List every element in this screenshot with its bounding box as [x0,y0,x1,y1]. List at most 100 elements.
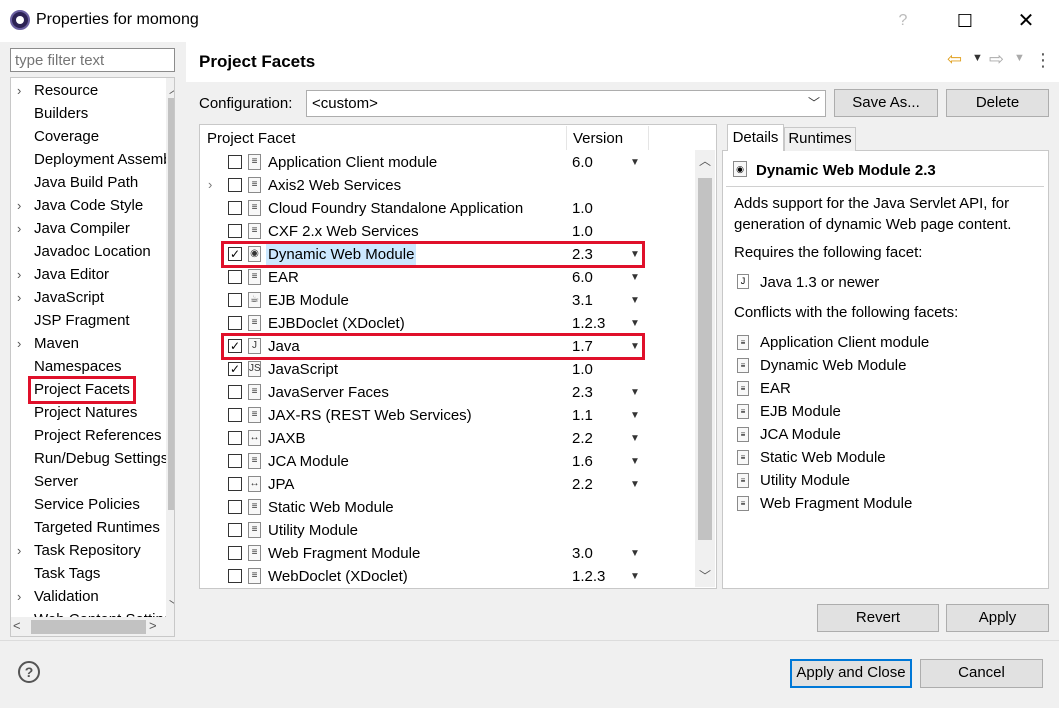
column-header-project-facet[interactable]: Project Facet [207,130,295,147]
tree-item[interactable]: Run/Debug Settings [11,447,168,470]
tree-item[interactable]: Project Natures [11,401,166,424]
scroll-right-icon[interactable]: > [149,618,157,633]
tree-item[interactable]: › Java Code Style [11,194,166,217]
configuration-select[interactable] [306,90,826,117]
cancel-button[interactable]: Cancel [920,659,1043,688]
close-icon[interactable]: ✕ [1013,8,1039,34]
facet-checkbox[interactable] [228,385,242,399]
facet-checkbox[interactable] [228,408,242,422]
filter-input[interactable] [10,48,175,72]
chevron-right-icon[interactable]: › [208,177,212,192]
facet-checkbox[interactable] [228,500,242,514]
scroll-down-icon[interactable]: ﹀ [695,567,715,584]
forward-history-dropdown-icon[interactable]: ▼ [1014,52,1025,64]
facet-row[interactable]: ≡ Static Web Module [200,496,695,519]
tree-item[interactable]: JSP Fragment [11,309,166,332]
tree-item[interactable]: Server [11,470,166,493]
save-as-button[interactable]: Save As... [834,89,938,117]
view-menu-icon[interactable]: ⋮ [1034,50,1052,71]
facet-row[interactable]: ≡ EAR 6.0 ▼ [200,266,695,289]
tree-item[interactable]: Project References [11,424,166,447]
chevron-right-icon[interactable]: › [17,585,27,608]
tree-item[interactable]: Task Tags [11,562,166,585]
facet-row[interactable]: ≡ WebDoclet (XDoclet) 1.2.3 ▼ [200,565,695,588]
chevron-down-icon[interactable]: ﹀ [808,94,820,111]
tree-item[interactable]: Deployment Assembly [11,148,174,171]
facet-checkbox[interactable] [228,201,242,215]
tree-item[interactable]: Coverage [11,125,166,148]
facet-row[interactable]: ≡ JAX-RS (REST Web Services) 1.1 ▼ [200,404,695,427]
facet-checkbox[interactable]: ✓ [228,362,242,376]
window-help-icon[interactable]: ? [890,8,916,34]
facet-row[interactable]: ≡ CXF 2.x Web Services 1.0 [200,220,695,243]
facet-row[interactable]: ↔ JAXB 2.2 ▼ [200,427,695,450]
apply-and-close-button[interactable]: Apply and Close [790,659,912,688]
tab-details[interactable]: Details [727,124,784,151]
tree-item[interactable]: Service Policies [11,493,166,516]
chevron-right-icon[interactable]: › [17,194,27,217]
scroll-up-icon[interactable]: ︿ [166,80,174,97]
back-arrow-icon[interactable]: ⇦ [947,49,962,70]
chevron-right-icon[interactable]: › [17,332,27,355]
tree-vertical-scroll-thumb[interactable] [168,98,174,510]
facet-checkbox[interactable] [228,224,242,238]
facet-row[interactable]: ≡ Cloud Foundry Standalone Application 1.0 [200,197,695,220]
tree-item[interactable]: › Java Compiler [11,217,166,240]
facet-version[interactable]: 2.2 [572,474,593,495]
facet-version[interactable]: 6.0 [572,267,593,288]
facet-checkbox[interactable] [228,431,242,445]
version-dropdown-icon[interactable]: ▼ [630,290,640,311]
tree-item[interactable]: › Task Repository [11,539,166,562]
version-dropdown-icon[interactable]: ▼ [630,267,640,288]
chevron-right-icon[interactable]: › [17,79,27,102]
column-header-version[interactable]: Version [573,130,623,147]
help-icon[interactable]: ? [18,661,40,683]
facet-checkbox[interactable] [228,477,242,491]
scroll-down-icon[interactable]: ﹀ [166,597,174,614]
facet-checkbox[interactable] [228,316,242,330]
facet-checkbox[interactable] [228,270,242,284]
tree-item[interactable]: Namespaces [11,355,166,378]
facet-checkbox[interactable] [228,569,242,583]
facet-checkbox[interactable] [228,546,242,560]
version-dropdown-icon[interactable]: ▼ [630,313,640,334]
facet-checkbox[interactable] [228,178,242,192]
tree-item[interactable]: › JavaScript [11,286,166,309]
facet-row[interactable]: ≡ Application Client module 6.0 ▼ [200,151,695,174]
tree-item[interactable]: Targeted Runtimes [11,516,166,539]
apply-button[interactable]: Apply [946,604,1049,632]
tree-horizontal-scroll-thumb[interactable] [31,620,146,634]
facets-vertical-scroll-thumb[interactable] [698,178,712,540]
version-dropdown-icon[interactable]: ▼ [630,405,640,426]
facet-row[interactable]: › ≡ Axis2 Web Services [200,174,695,197]
facet-version[interactable]: 1.1 [572,405,593,426]
tree-item[interactable]: › Java Editor [11,263,166,286]
version-dropdown-icon[interactable]: ▼ [630,451,640,472]
facet-row[interactable]: ≡ EJBDoclet (XDoclet) 1.2.3 ▼ [200,312,695,335]
chevron-right-icon[interactable]: › [17,539,27,562]
tree-item[interactable]: › Validation [11,585,166,608]
version-dropdown-icon[interactable]: ▼ [630,566,640,587]
facet-version[interactable]: 1.6 [572,451,593,472]
facet-version[interactable]: 1.2.3 [572,566,605,587]
scroll-left-icon[interactable]: < [13,618,21,633]
facet-row[interactable]: ≡ JCA Module 1.6 ▼ [200,450,695,473]
facet-row[interactable]: ✓ JS JavaScript 1.0 [200,358,695,381]
tab-runtimes[interactable]: Runtimes [784,127,856,151]
tree-item[interactable]: Builders [11,102,166,125]
facet-version[interactable]: 3.1 [572,290,593,311]
chevron-right-icon[interactable]: › [17,217,27,240]
chevron-right-icon[interactable]: › [17,286,27,309]
revert-button[interactable]: Revert [817,604,939,632]
facet-row[interactable]: ↔ JPA 2.2 ▼ [200,473,695,496]
version-dropdown-icon[interactable]: ▼ [630,428,640,449]
version-dropdown-icon[interactable]: ▼ [630,543,640,564]
version-dropdown-icon[interactable]: ▼ [630,382,640,403]
facet-row[interactable]: ≡ JavaServer Faces 2.3 ▼ [200,381,695,404]
version-dropdown-icon[interactable]: ▼ [630,152,640,173]
facet-checkbox[interactable] [228,293,242,307]
facet-checkbox[interactable] [228,523,242,537]
scroll-up-icon[interactable]: ︿ [695,152,715,169]
tree-item[interactable]: Javadoc Location [11,240,166,263]
delete-button[interactable]: Delete [946,89,1049,117]
